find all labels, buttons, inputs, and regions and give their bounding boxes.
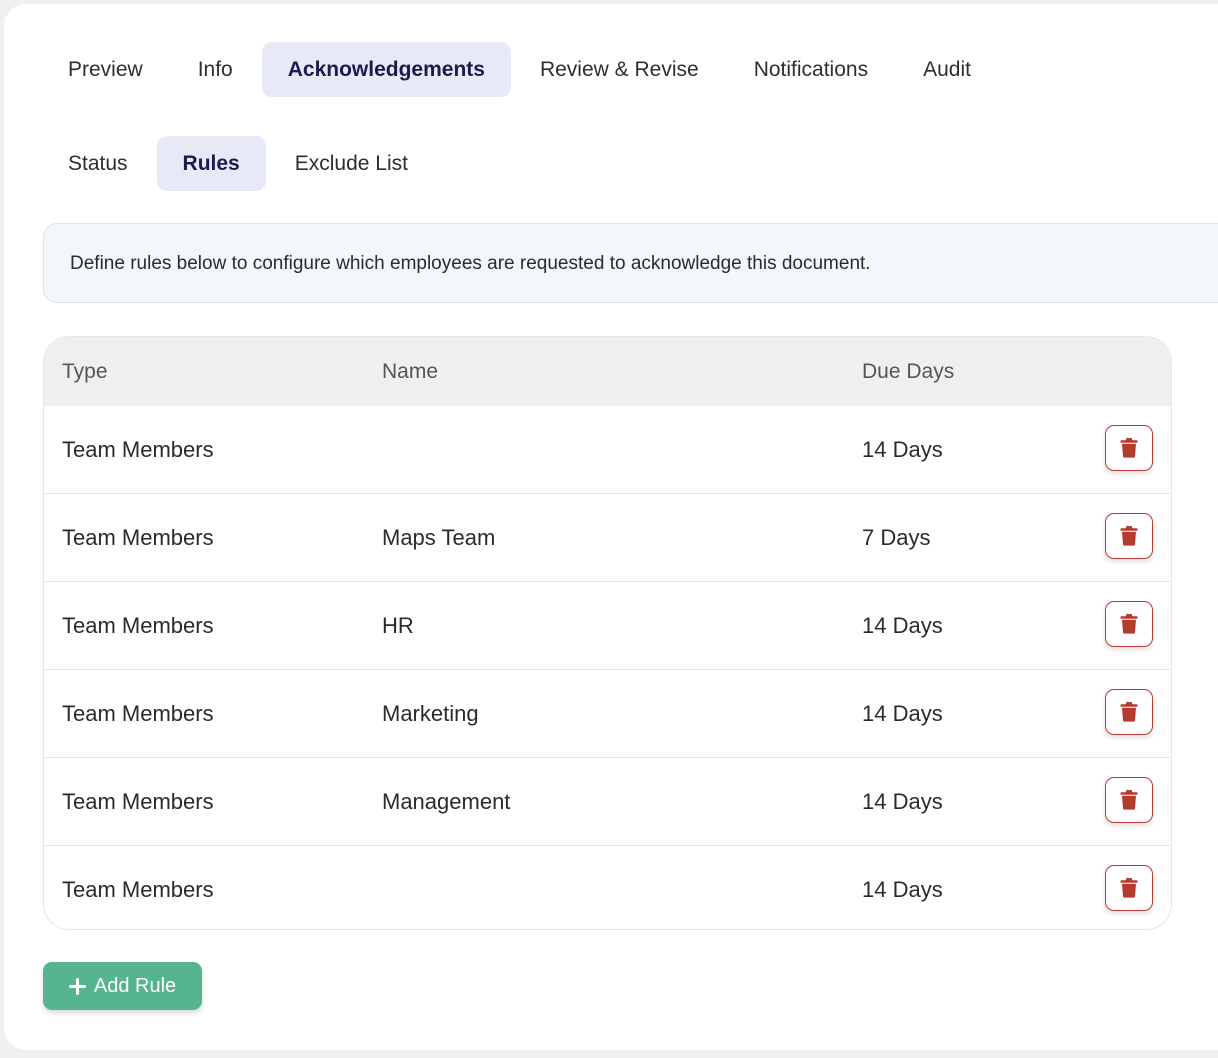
header-name: Name <box>382 360 439 383</box>
cell-name: Maps Team <box>382 525 496 550</box>
cell-due-days: 14 Days <box>862 437 943 462</box>
add-rule-label: Add Rule <box>93 974 177 997</box>
delete-rule-button[interactable] <box>1105 689 1153 735</box>
trash-icon <box>1120 790 1138 810</box>
tab-info[interactable]: Info <box>172 42 259 97</box>
trash-icon <box>1120 702 1138 722</box>
table-row: Team Members HR 14 Days <box>44 581 1171 669</box>
cell-type: Team Members <box>62 437 214 462</box>
subtab-status[interactable]: Status <box>42 136 154 191</box>
trash-icon <box>1120 614 1138 634</box>
cell-type: Team Members <box>62 525 214 550</box>
subtab-exclude-list[interactable]: Exclude List <box>269 136 434 191</box>
delete-rule-button[interactable] <box>1105 777 1153 823</box>
info-banner: Define rules below to configure which em… <box>43 223 1218 303</box>
tab-notifications[interactable]: Notifications <box>728 42 894 97</box>
plus-icon <box>68 977 86 995</box>
table-row: Team Members Maps Team 7 Days <box>44 493 1171 581</box>
header-due-days: Due Days <box>862 360 955 383</box>
cell-due-days: 14 Days <box>862 877 943 902</box>
delete-rule-button[interactable] <box>1105 865 1153 911</box>
cell-due-days: 14 Days <box>862 613 943 638</box>
table-row: Team Members Management 14 Days <box>44 757 1171 845</box>
add-rule-button[interactable]: Add Rule <box>43 962 202 1010</box>
trash-icon <box>1120 438 1138 458</box>
table-row: Team Members 14 Days <box>44 845 1171 929</box>
table-body: Team Members 14 Days Team Members Maps Team… <box>44 406 1171 929</box>
cell-type: Team Members <box>62 789 214 814</box>
cell-type: Team Members <box>62 877 214 902</box>
table-row: Team Members Marketing 14 Days <box>44 669 1171 757</box>
cell-type: Team Members <box>62 613 214 638</box>
cell-name: HR <box>382 613 414 638</box>
rules-table: Type Name Due Days Team Members 14 Days Te… <box>43 336 1172 930</box>
cell-due-days: 14 Days <box>862 789 943 814</box>
header-type: Type <box>62 360 108 383</box>
table-header: Type Name Due Days <box>44 337 1171 406</box>
trash-icon <box>1120 526 1138 546</box>
tab-audit[interactable]: Audit <box>897 42 997 97</box>
delete-rule-button[interactable] <box>1105 601 1153 647</box>
cell-type: Team Members <box>62 701 214 726</box>
subtab-rules[interactable]: Rules <box>156 136 266 191</box>
delete-rule-button[interactable] <box>1105 425 1153 471</box>
tab-acknowledgements[interactable]: Acknowledgements <box>261 42 511 97</box>
trash-icon <box>1120 878 1138 898</box>
cell-due-days: 14 Days <box>862 701 943 726</box>
tab-review-revise[interactable]: Review & Revise <box>514 42 725 97</box>
sub-tabs: Status Rules Exclude List <box>42 136 437 191</box>
main-tabs: Preview Info Acknowledgements Review & R… <box>42 42 1000 97</box>
delete-rule-button[interactable] <box>1105 513 1153 559</box>
tab-preview[interactable]: Preview <box>42 42 169 97</box>
cell-due-days: 7 Days <box>862 525 931 550</box>
cell-name: Management <box>382 789 511 814</box>
cell-name: Marketing <box>382 701 479 726</box>
table-row: Team Members 14 Days <box>44 406 1171 493</box>
